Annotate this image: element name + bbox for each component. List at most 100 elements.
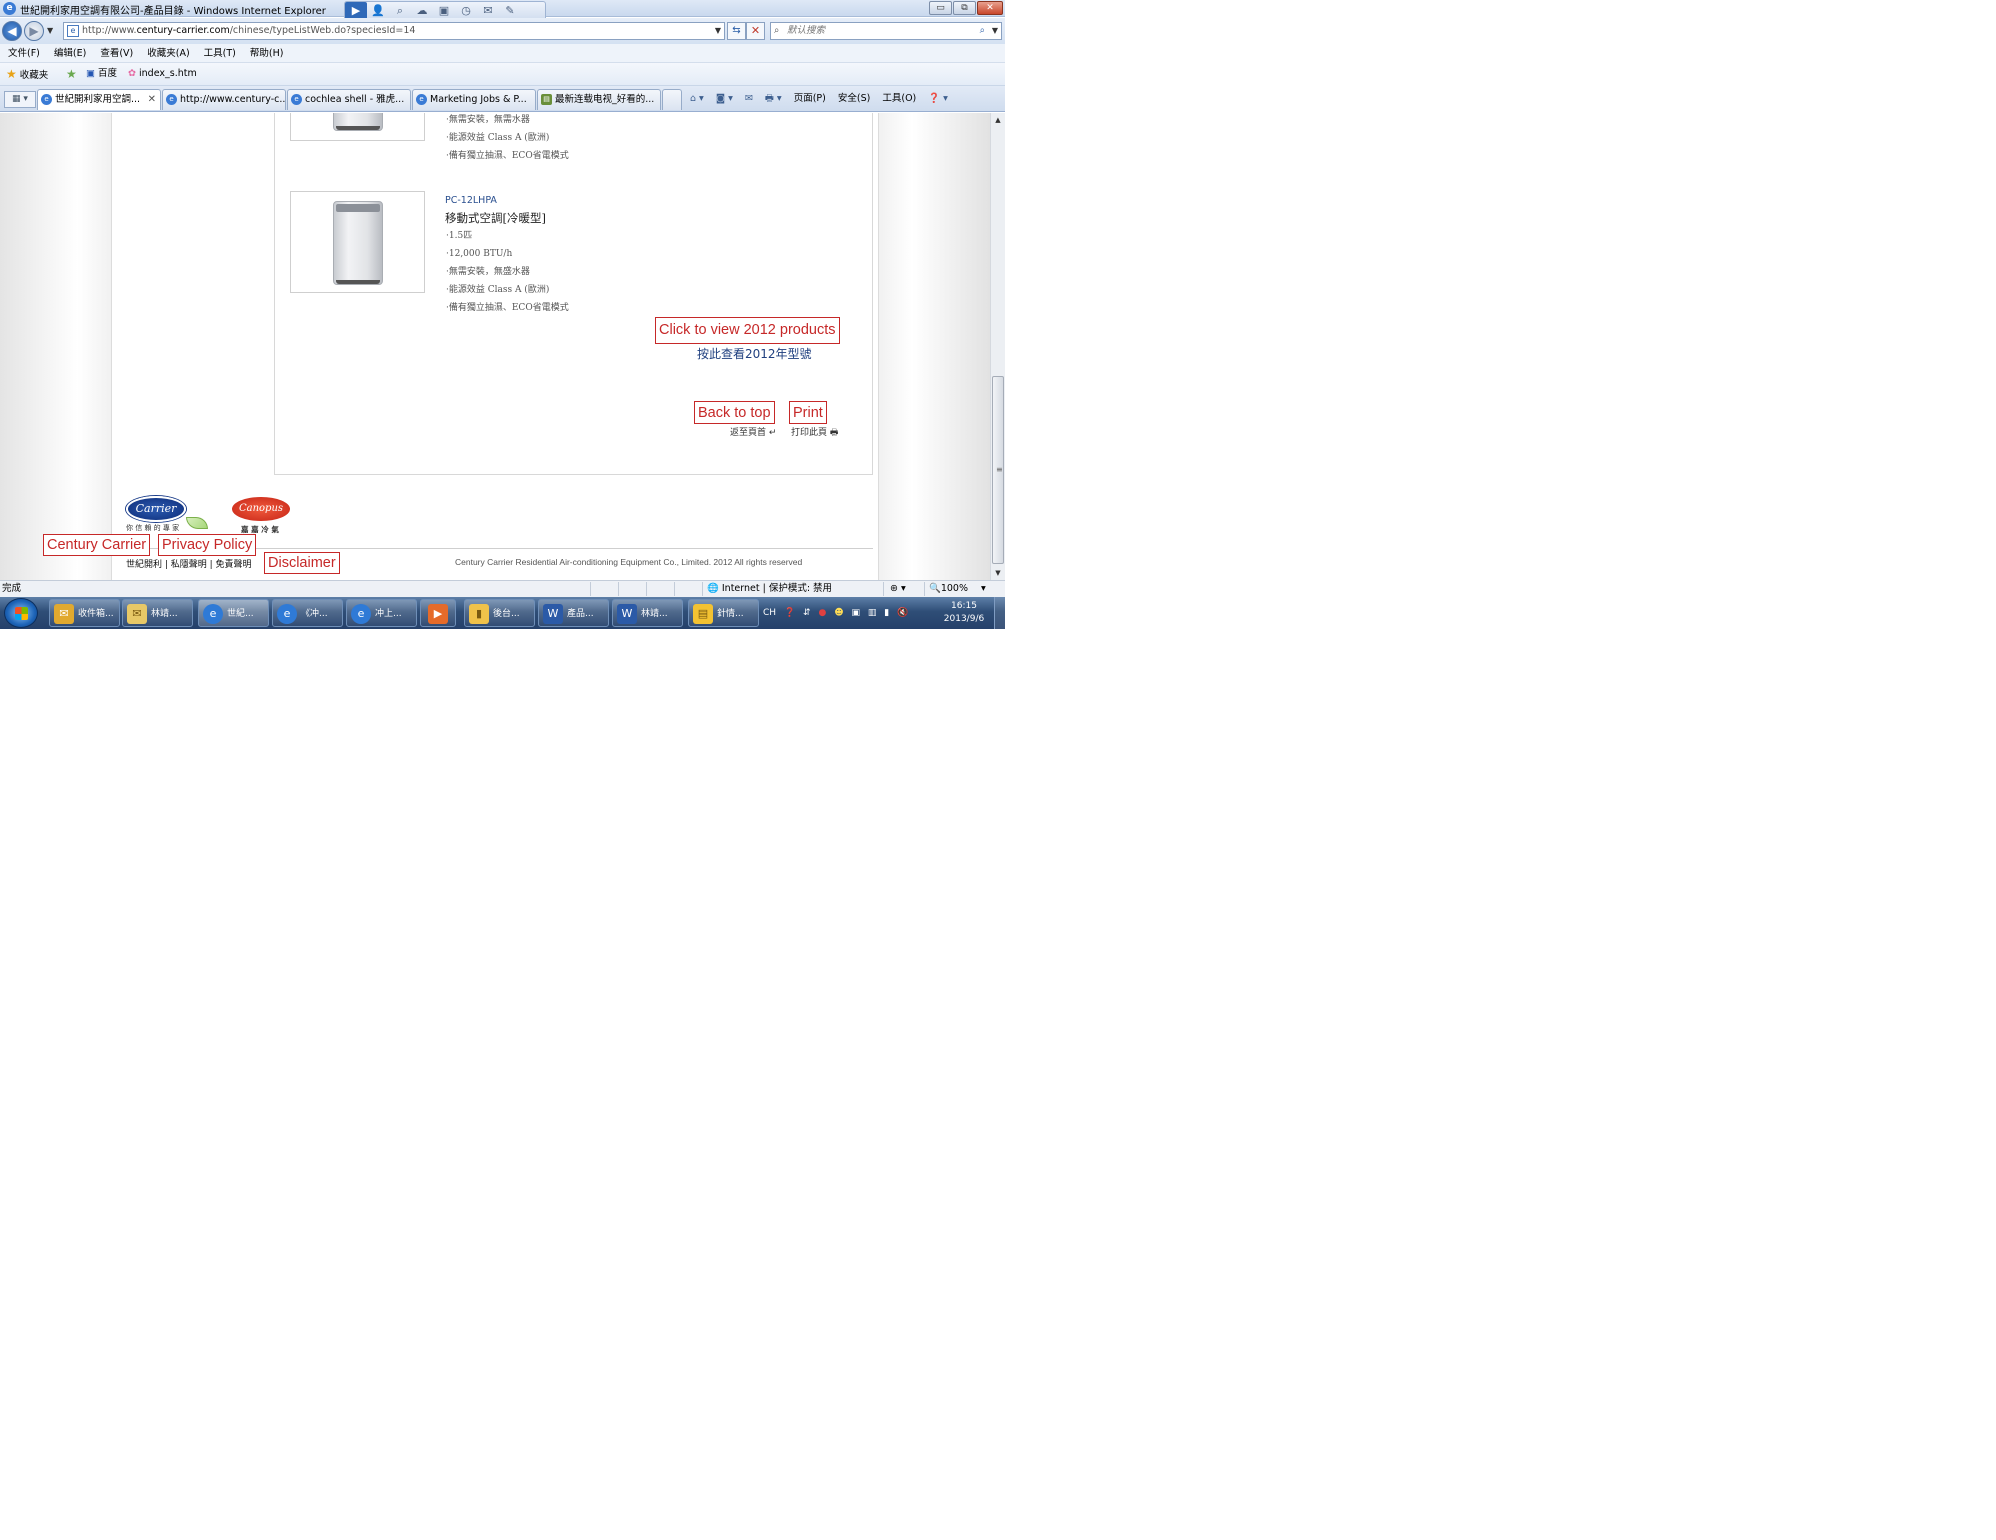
task-folder[interactable]: ▮ 後台... [464, 599, 535, 627]
quick-tabs-button[interactable]: ▦ ▾ [4, 91, 36, 108]
product-image-prev[interactable] [290, 113, 425, 141]
network-icon[interactable]: ▮ [884, 599, 889, 627]
task-ie-century[interactable]: e 世紀... [198, 599, 269, 627]
annotation-disclaimer: Disclaimer [264, 552, 340, 574]
tab-close-icon[interactable]: ✕ [148, 90, 156, 110]
menu-favorites[interactable]: 收藏夹(A) [139, 44, 195, 63]
system-tray: CH ❓ ⇵ ● ☻ ▣ ▥ ▮ 🔇 [763, 599, 913, 627]
search-provider-icon: ⌕ [774, 25, 780, 36]
product-name[interactable]: 移動式空調[冷暖型] [445, 210, 546, 226]
tab-3[interactable]: e cochlea shell - 雅虎... [287, 89, 411, 110]
baidu-icon: ▣ [86, 68, 95, 79]
restore-button[interactable]: ⧉ [953, 1, 976, 15]
vertical-scrollbar[interactable]: ▲ ≡ ▼ [990, 113, 1005, 580]
language-indicator[interactable]: CH [763, 599, 776, 627]
page-menu[interactable]: 页面(P) [794, 90, 826, 108]
add-favorite-icon[interactable]: ★ [66, 67, 77, 83]
print-icon[interactable]: 🖶 ▾ [765, 90, 782, 108]
spec-2: ·12,000 BTU/h [446, 249, 513, 259]
print-link[interactable]: 打印此頁 🖶 [791, 425, 838, 441]
menu-view[interactable]: 查看(V) [92, 44, 139, 63]
home-icon[interactable]: ⌂ ▾ [690, 90, 704, 108]
ie-page-icon: e [41, 94, 52, 105]
task-word-2[interactable]: W 林靖... [612, 599, 683, 627]
favorites-bar: ★ 收藏夹 ★ ▣ 百度 ✿ index_s.htm [0, 63, 1005, 86]
scroll-thumb[interactable]: ≡ [992, 376, 1004, 564]
tools-menu[interactable]: 工具(O) [882, 90, 916, 108]
compat-refresh-button[interactable]: ⇆ [727, 22, 746, 40]
safety-menu[interactable]: 安全(S) [838, 90, 870, 108]
spec-4: ·能源效益 Class A (歐洲) [446, 285, 550, 295]
url-input[interactable]: e http://www.century-carrier.com/chinese… [63, 22, 725, 40]
annotation-century-carrier: Century Carrier [43, 534, 151, 556]
app-tray-icon[interactable]: ▣ [851, 599, 860, 627]
view-2012-link[interactable]: 按此查看2012年型號 [697, 345, 812, 362]
ie-window: e 世紀開利家用空調有限公司-產品目錄 - Windows Internet E… [0, 0, 1005, 629]
feeds-icon[interactable]: ◙ ▾ [716, 90, 733, 108]
zoom-control[interactable]: 🔍100% ▾ [929, 581, 986, 597]
task-mail[interactable]: ✉ 林靖... [122, 599, 193, 627]
favorite-item-baidu[interactable]: ▣ 百度 [86, 67, 117, 81]
minimize-button[interactable]: ▭ [929, 1, 952, 15]
favorite-item-index[interactable]: ✿ index_s.htm [128, 67, 197, 81]
qq-icon[interactable]: ☻ [834, 599, 843, 627]
search-go-icon[interactable]: ⌕ [980, 23, 985, 39]
search-input[interactable]: ⌕ 默认搜索 ⌕ ▼ [770, 22, 1002, 40]
task-sticky[interactable]: ▤ 針情... [688, 599, 759, 627]
new-tab-button[interactable] [662, 89, 682, 110]
scroll-down-icon[interactable]: ▼ [991, 566, 1005, 580]
volume-muted-icon[interactable]: 🔇 [897, 599, 908, 627]
ie-icon: e [203, 604, 223, 624]
help-icon[interactable]: ❓ ▾ [928, 90, 948, 108]
tab-1[interactable]: e 世紀開利家用空調... ✕ [37, 89, 161, 110]
star-icon: ★ [6, 67, 17, 81]
menu-help[interactable]: 帮助(H) [242, 44, 290, 63]
task-media-player[interactable]: ▶ [420, 599, 456, 627]
ie-page-icon: e [166, 94, 177, 105]
url-path: /chinese/typeListWeb.do?speciesId=14 [229, 25, 416, 36]
search-dropdown-icon[interactable]: ▼ [992, 23, 998, 39]
task-word-1[interactable]: W 產品... [538, 599, 609, 627]
spec-5: ·備有獨立抽濕、ECO省電模式 [446, 303, 569, 313]
popup-blocker-icon[interactable]: ⊛ ▾ [890, 581, 906, 597]
show-desktop-button[interactable] [994, 597, 1005, 629]
history-dropdown-icon[interactable]: ▼ [47, 26, 53, 35]
stop-button[interactable]: ✕ [746, 22, 765, 40]
start-button[interactable] [4, 598, 38, 628]
read-mail-icon[interactable]: ✉ [745, 90, 753, 108]
footer-links[interactable]: 世紀開利 | 私隱聲明 | 免責聲明 [126, 557, 252, 570]
favorites-button[interactable]: ★ 收藏夹 [6, 67, 48, 83]
task-outlook-inbox[interactable]: ✉ 收件箱... [49, 599, 120, 627]
security-zone[interactable]: 🌐 Internet | 保护模式: 禁用 [707, 581, 832, 597]
carrier-logo[interactable]: Carrier [126, 496, 186, 522]
canopus-logo[interactable]: Canopus [232, 497, 290, 521]
task-ie-3[interactable]: e 冲上... [346, 599, 417, 627]
menu-file[interactable]: 文件(F) [0, 44, 46, 63]
product-image[interactable] [290, 191, 425, 293]
word-icon: W [543, 604, 563, 624]
menu-edit[interactable]: 编辑(E) [46, 44, 92, 63]
tray-expand-icon[interactable]: ⇵ [803, 599, 811, 627]
close-button[interactable]: ✕ [977, 1, 1003, 15]
tab-5[interactable]: ▤ 最新连载电视_好看的... [537, 89, 661, 110]
clock-time: 16:15 [951, 601, 977, 611]
tab-4[interactable]: e Marketing Jobs & P... [412, 89, 536, 110]
url-dropdown-icon[interactable]: ▼ [715, 23, 721, 39]
task-ie-2[interactable]: e 《冲... [272, 599, 343, 627]
clock[interactable]: 16:15 2013/9/6 [940, 600, 988, 626]
back-to-top-link[interactable]: 返至頁首 ↵ [730, 425, 776, 438]
forward-button[interactable]: ▶ [24, 21, 44, 41]
help-tray-icon[interactable]: ❓ [784, 599, 795, 627]
product-code[interactable]: PC-12LHPA [445, 195, 497, 206]
menu-tools[interactable]: 工具(T) [196, 44, 242, 63]
menu-bar: 文件(F) 编辑(E) 查看(V) 收藏夹(A) 工具(T) 帮助(H) [0, 44, 1005, 63]
carrier-tagline: 你 信 賴 的 專 家 [126, 524, 180, 532]
spec-1: ·1.5匹 [446, 231, 473, 241]
back-button[interactable]: ◀ [2, 21, 22, 41]
device-icon[interactable]: ▥ [868, 599, 877, 627]
scroll-up-icon[interactable]: ▲ [991, 113, 1005, 127]
right-gutter [878, 113, 990, 580]
window-controls: ▭ ⧉ ✕ [928, 1, 1003, 15]
record-icon[interactable]: ● [818, 599, 826, 627]
tab-2[interactable]: e http://www.century-c... [162, 89, 286, 110]
